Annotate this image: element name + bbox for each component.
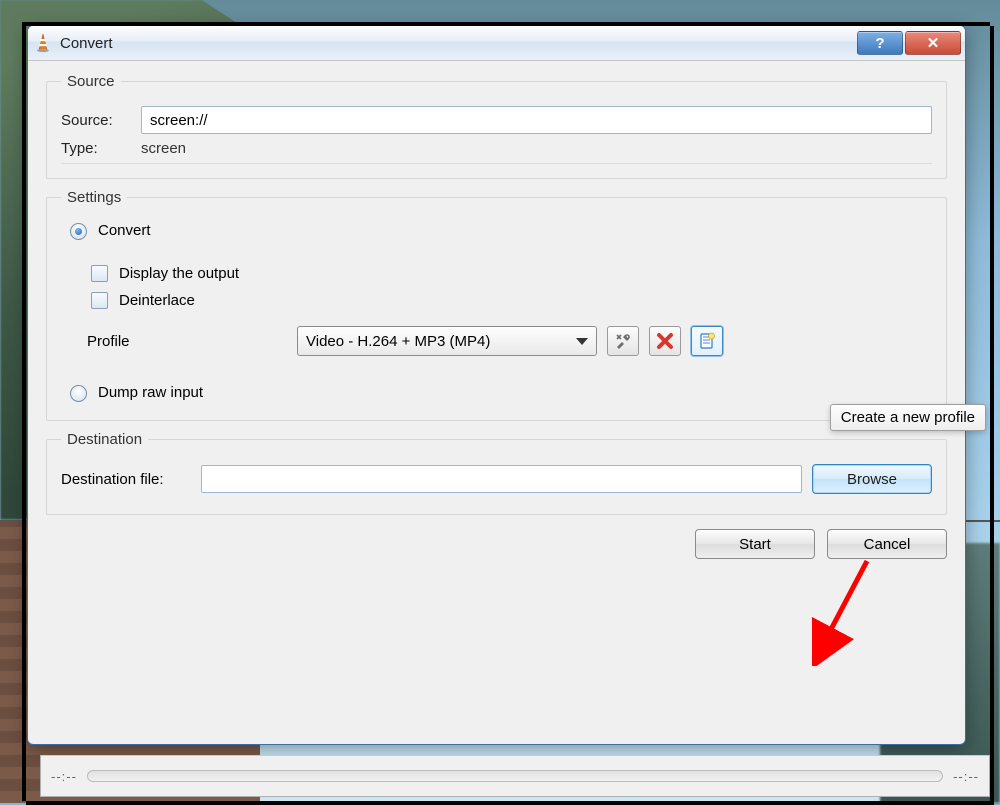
dump-raw-label: Dump raw input — [98, 384, 203, 401]
close-icon: ✕ — [927, 36, 940, 51]
seek-bar[interactable] — [87, 770, 943, 782]
tools-icon — [614, 332, 632, 350]
delete-icon — [656, 332, 674, 350]
window-title: Convert — [60, 35, 113, 52]
dialog-button-row: Start Cancel — [46, 529, 947, 559]
destination-legend: Destination — [61, 431, 148, 448]
source-group: Source Source: Type: screen — [46, 73, 947, 179]
destination-file-label: Destination file: — [61, 471, 191, 488]
deinterlace-checkbox[interactable] — [91, 292, 108, 309]
type-label: Type: — [61, 140, 131, 157]
new-profile-button[interactable] — [691, 326, 723, 356]
edit-profile-button[interactable] — [607, 326, 639, 356]
source-label: Source: — [61, 112, 131, 129]
convert-dialog: Convert ? ✕ Source Source: Type: screen — [27, 25, 966, 745]
convert-radio[interactable] — [70, 223, 87, 240]
separator — [61, 163, 932, 164]
browse-button[interactable]: Browse — [812, 464, 932, 494]
new-document-icon — [698, 332, 716, 350]
new-profile-tooltip: Create a new profile — [830, 404, 986, 431]
deinterlace-label: Deinterlace — [119, 292, 195, 309]
vlc-icon — [34, 33, 52, 53]
dump-raw-radio[interactable] — [70, 385, 87, 402]
display-output-checkbox[interactable] — [91, 265, 108, 282]
help-icon: ? — [875, 36, 884, 51]
profile-selected-text: Video - H.264 + MP3 (MP4) — [306, 333, 490, 350]
cancel-button[interactable]: Cancel — [827, 529, 947, 559]
annotation-arrow — [812, 556, 882, 666]
profile-select[interactable]: Video - H.264 + MP3 (MP4) — [297, 326, 597, 356]
convert-radio-label: Convert — [98, 222, 151, 239]
display-output-label: Display the output — [119, 265, 239, 282]
source-input[interactable] — [141, 106, 932, 134]
source-legend: Source — [61, 73, 121, 90]
close-button[interactable]: ✕ — [905, 31, 961, 55]
settings-legend: Settings — [61, 189, 127, 206]
time-total: --:-- — [953, 769, 979, 784]
settings-group: Settings Convert Display the output Dein… — [46, 189, 947, 421]
delete-profile-button[interactable] — [649, 326, 681, 356]
vlc-status-bar: --:-- --:-- — [40, 755, 990, 797]
destination-group: Destination Destination file: Browse — [46, 431, 947, 515]
type-value: screen — [141, 140, 186, 157]
profile-label: Profile — [87, 333, 287, 350]
time-elapsed: --:-- — [51, 769, 77, 784]
destination-file-input[interactable] — [201, 465, 802, 493]
help-button[interactable]: ? — [857, 31, 903, 55]
start-button[interactable]: Start — [695, 529, 815, 559]
chevron-down-icon — [576, 338, 588, 345]
title-bar[interactable]: Convert ? ✕ — [28, 26, 965, 61]
